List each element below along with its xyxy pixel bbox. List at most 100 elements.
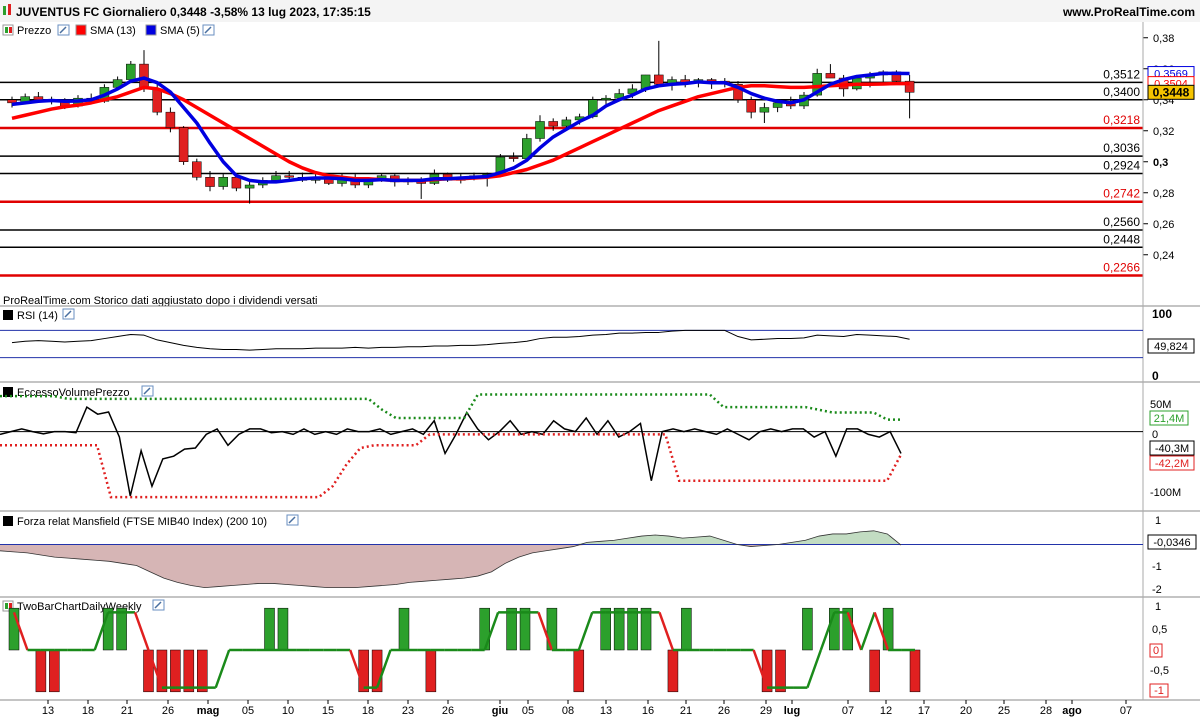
price-axis-label: 0,24 <box>1153 250 1174 262</box>
level-label: 0,2266 <box>1103 261 1140 275</box>
mansfield-legend[interactable]: Forza relat Mansfield (FTSE MIB40 Index)… <box>3 514 299 528</box>
x-axis-label: 29 <box>760 705 772 717</box>
wrench-icon[interactable] <box>141 385 154 397</box>
mans-tick-minus1: -1 <box>1152 561 1162 573</box>
twobar-legend[interactable]: TwoBarChartDailyWeekly <box>2 599 165 613</box>
x-axis-label: 07 <box>842 705 854 717</box>
x-axis-label: 15 <box>322 705 334 717</box>
x-axis-label: 05 <box>522 705 534 717</box>
legend-sma13: SMA (13) <box>90 25 136 37</box>
chart-canvas: JUVENTUS FC Giornaliero 0,3448 -3,58% 13… <box>0 0 1200 717</box>
x-axis-label: 20 <box>960 705 972 717</box>
price-badge-text: 0,3448 <box>1153 85 1190 99</box>
twobar-down <box>35 649 47 693</box>
mansfield-title: Forza relat Mansfield (FTSE MIB40 Index)… <box>17 516 267 528</box>
x-axis-label: 12 <box>880 705 892 717</box>
chart-title: JUVENTUS FC Giornaliero 0,3448 -3,58% 13… <box>16 5 371 19</box>
candle-down <box>508 156 519 159</box>
wrench-icon[interactable] <box>152 599 165 611</box>
rsi-title: RSI (14) <box>17 310 58 322</box>
level-label: 0,3400 <box>1103 85 1140 99</box>
candle-up <box>244 184 255 189</box>
candle-up <box>759 107 770 113</box>
vol-tick-minus100m: -100M <box>1150 487 1181 499</box>
twobar-down <box>667 649 679 693</box>
twobar-up <box>519 607 531 651</box>
rsi-plot <box>0 329 1143 359</box>
x-axis-label: 13 <box>42 705 54 717</box>
twobar-down <box>909 649 921 693</box>
candle-down <box>165 111 176 128</box>
x-axis-label: 18 <box>82 705 94 717</box>
volume-title: EccessoVolumePrezzo <box>17 387 130 399</box>
two-tick-minus-half: -0,5 <box>1150 665 1169 677</box>
x-axis-label: 26 <box>718 705 730 717</box>
price-axis-label: 0,28 <box>1153 188 1174 200</box>
price-axis-label: 0,32 <box>1153 126 1174 138</box>
rsi-tick-0: 0 <box>1152 369 1159 383</box>
twobar-line-segment <box>214 649 231 689</box>
two-badge-zero-text: 0 <box>1153 645 1159 657</box>
level-label: 0,2448 <box>1103 232 1140 246</box>
mans-tick-minus2: -2 <box>1152 584 1162 596</box>
twobar-line-segment <box>806 649 823 689</box>
level-label: 0,3036 <box>1103 141 1140 155</box>
price-plot: 0,380,360,340,320,30,280,260,240,35120,3… <box>0 33 1195 277</box>
vol-badge-mid-text: -40,3M <box>1155 443 1189 455</box>
x-axis-label: 05 <box>242 705 254 717</box>
vol-tick-50m: 50M <box>1150 399 1171 411</box>
history-note: ProRealTime.com Storico dati aggiustato … <box>3 295 317 307</box>
level-label: 0,3512 <box>1103 67 1140 81</box>
x-axis-label: 25 <box>998 705 1010 717</box>
wrench-icon[interactable] <box>62 308 75 320</box>
wrench-icon[interactable] <box>57 24 70 36</box>
twobar-down <box>183 649 195 693</box>
x-axis-label: ago <box>1062 705 1082 717</box>
candle-down <box>231 177 242 189</box>
twobar-up <box>627 607 638 651</box>
wrench-icon[interactable] <box>202 24 215 36</box>
price-legend[interactable]: Prezzo SMA (13) SMA (5) <box>2 24 215 37</box>
candle-up <box>772 102 783 108</box>
candle-down <box>33 96 44 101</box>
candle-down <box>178 127 189 162</box>
wrench-icon[interactable] <box>286 514 299 526</box>
twobar-up <box>116 607 127 651</box>
candle-up <box>218 177 228 187</box>
level-label: 0,2560 <box>1103 215 1140 229</box>
price-axis-label: 0,26 <box>1153 219 1174 231</box>
vol-badge-lower-text: -42,2M <box>1155 458 1189 470</box>
vol-badge-upper-text: 21,4M <box>1154 413 1185 425</box>
volume-upper-band <box>0 393 901 421</box>
twobar-down <box>573 649 585 693</box>
twobar-down <box>49 649 60 693</box>
twobar-down <box>425 649 437 693</box>
rsi-tick-100: 100 <box>1152 307 1172 321</box>
x-axis-label: giu <box>492 705 509 717</box>
rsi-legend[interactable]: RSI (14) <box>3 308 75 322</box>
x-axis-label: 28 <box>1040 705 1052 717</box>
mansfield-negative-area <box>0 544 901 588</box>
twobar-line-segment <box>860 611 876 651</box>
level-label: 0,3218 <box>1103 113 1140 127</box>
twobar-line-segment <box>133 611 150 651</box>
rsi-line <box>11 329 910 351</box>
twobar-up <box>264 607 275 651</box>
twobar-up <box>506 607 517 651</box>
candle-down <box>548 121 558 127</box>
x-axis-label: 07 <box>1120 705 1132 717</box>
legend-sma5: SMA (5) <box>160 25 200 37</box>
x-axis-label: 23 <box>402 705 414 717</box>
candle-up <box>126 63 136 80</box>
twobar-up <box>802 607 813 651</box>
x-axis-label: 26 <box>162 705 174 717</box>
candle-down <box>205 177 215 187</box>
volume-excess-line <box>0 405 902 497</box>
mans-badge-text: -0,0346 <box>1153 537 1190 549</box>
twobar-up <box>600 607 611 651</box>
x-axis-label: 13 <box>600 705 612 717</box>
twobar-down <box>775 649 786 693</box>
level-label: 0,2742 <box>1103 187 1140 201</box>
twobar-up <box>613 607 625 651</box>
level-label: 0,2924 <box>1103 159 1140 173</box>
